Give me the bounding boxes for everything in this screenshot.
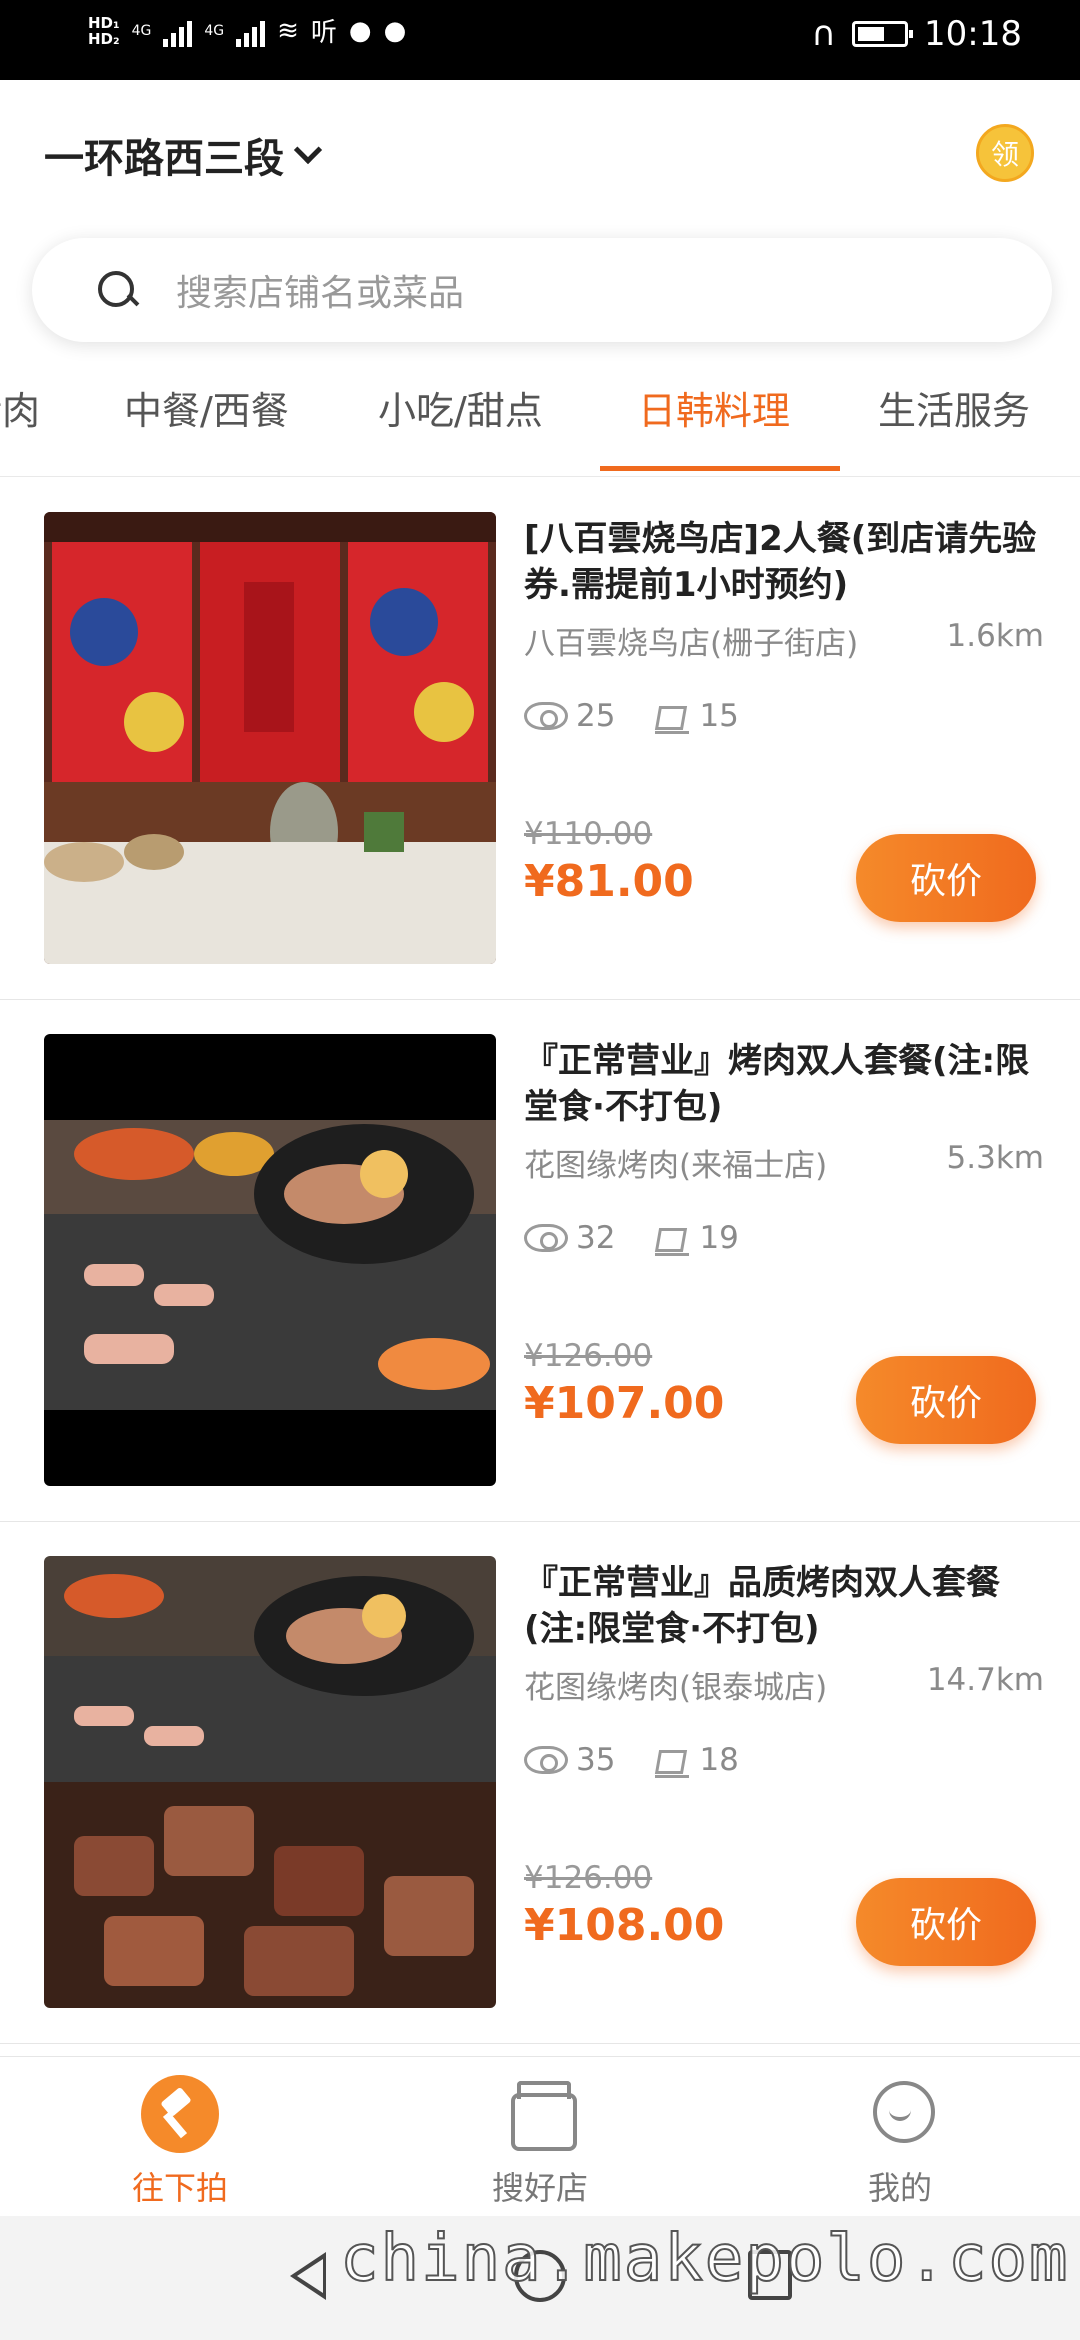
location-label: 一环路西三段	[44, 136, 284, 182]
sold-count: 15	[699, 698, 739, 734]
shop-icon	[501, 2075, 579, 2153]
sold-count: 18	[699, 1742, 739, 1778]
hd-indicator: HD₁ HD₂	[88, 15, 120, 47]
nav-item-shops[interactable]: 搜好店	[440, 2075, 640, 2209]
hd-label: HD₁	[88, 13, 120, 32]
chevron-down-icon	[293, 135, 323, 165]
original-price: ¥110.00	[524, 816, 653, 852]
coupon-button[interactable]: 领	[976, 124, 1034, 182]
deal-price: ¥81.00	[524, 856, 694, 907]
deal-card[interactable]: 『正常营业』品质烤肉双人套餐(注:限堂食·不打包) 花图缘烤肉(银泰城店) 14…	[0, 1522, 1080, 2044]
search-input[interactable]: 搜索店铺名或菜品	[32, 238, 1052, 342]
tab-japanese-korean[interactable]: 日韩料理	[638, 380, 790, 435]
tab-snacks-desserts[interactable]: 小吃/甜点	[378, 380, 543, 435]
view-count: 25	[576, 698, 616, 734]
tab-life-services[interactable]: 生活服务	[878, 380, 1030, 435]
original-price: ¥126.00	[524, 1338, 653, 1374]
shop-name: 花图缘烤肉(银泰城店)	[524, 1670, 828, 1706]
distance: 5.3km	[946, 1140, 1044, 1176]
distance: 1.6km	[946, 618, 1044, 654]
tab-bbq[interactable]: 烤肉	[0, 380, 40, 435]
watermark: china.makepolo.com	[339, 2221, 1070, 2297]
signal-icon	[236, 15, 266, 47]
nav-item-bid[interactable]: 往下拍	[80, 2075, 280, 2209]
bargain-button[interactable]: 砍价	[856, 834, 1036, 922]
gavel-icon	[141, 2075, 219, 2153]
edit-tag-icon	[655, 1220, 691, 1256]
bargain-button[interactable]: 砍价	[856, 1878, 1036, 1966]
active-tab-indicator	[600, 466, 840, 471]
status-bar: HD₁ HD₂ 4G 4G ≋ 听 ● ● ∩ 10:18	[0, 0, 1080, 80]
divider	[0, 476, 1080, 477]
distance: 14.7km	[926, 1662, 1044, 1698]
deal-stats: 32 19	[524, 1220, 739, 1256]
network-type: 4G	[131, 22, 152, 39]
deal-card[interactable]: [八百雲烧鸟店]2人餐(到店请先验券.需提前1小时预约) 八百雲烧鸟店(栅子街店…	[0, 478, 1080, 1000]
deal-card[interactable]: 『正常营业』烤肉双人套餐(注:限堂食·不打包) 花图缘烤肉(来福士店) 5.3k…	[0, 1000, 1080, 1522]
search-placeholder: 搜索店铺名或菜品	[176, 273, 465, 314]
location-selector[interactable]: 一环路西三段	[44, 126, 323, 184]
nav-label: 我的	[867, 2169, 932, 2207]
bargain-button[interactable]: 砍价	[856, 1356, 1036, 1444]
tab-chinese-western[interactable]: 中餐/西餐	[124, 380, 289, 435]
wifi-icon: ≋	[277, 15, 299, 46]
shop-name: 八百雲烧鸟店(栅子街店)	[524, 626, 859, 662]
headphone-icon: ∩	[811, 14, 837, 54]
original-price: ¥126.00	[524, 1860, 653, 1896]
deal-stats: 35 18	[524, 1742, 739, 1778]
view-count: 35	[576, 1742, 616, 1778]
view-count: 32	[576, 1220, 616, 1256]
deal-title: [八百雲烧鸟店]2人餐(到店请先验券.需提前1小时预约)	[524, 519, 1037, 605]
wechat-icon: ●	[348, 15, 372, 46]
back-icon[interactable]	[290, 2252, 326, 2300]
search-icon	[98, 271, 136, 309]
clock: 10:18	[924, 14, 1022, 54]
shop-name: 花图缘烤肉(来福士店)	[524, 1148, 828, 1184]
signal-icon	[163, 15, 193, 47]
nav-item-me[interactable]: 我的	[800, 2075, 1000, 2209]
deal-price: ¥107.00	[524, 1378, 725, 1429]
wechat-icon: ●	[383, 15, 407, 46]
eye-icon	[524, 702, 568, 730]
nav-label: 搜好店	[491, 2169, 588, 2207]
user-icon	[861, 2075, 939, 2153]
network-type: 4G	[204, 22, 225, 39]
battery-icon	[852, 21, 914, 47]
eye-icon	[524, 1224, 568, 1252]
eye-icon	[524, 1746, 568, 1774]
deal-image	[44, 512, 496, 964]
bottom-nav: 往下拍 搜好店 我的	[0, 2056, 1080, 2216]
edit-tag-icon	[655, 698, 691, 734]
listen-icon: 听	[310, 18, 337, 48]
deal-image	[44, 1034, 496, 1486]
category-tabs: 烤肉 中餐/西餐 小吃/甜点 日韩料理 生活服务	[0, 380, 1080, 480]
status-right: ∩ 10:18	[811, 14, 1022, 54]
nav-label: 往下拍	[131, 2169, 228, 2207]
deal-image	[44, 1556, 496, 2008]
deal-price: ¥108.00	[524, 1900, 725, 1951]
sold-count: 19	[699, 1220, 739, 1256]
deal-title: 『正常营业』品质烤肉双人套餐(注:限堂食·不打包)	[524, 1563, 1000, 1649]
coupon-label: 领	[990, 138, 1019, 171]
edit-tag-icon	[655, 1742, 691, 1778]
status-left: HD₁ HD₂ 4G 4G ≋ 听 ● ●	[88, 12, 406, 49]
hd-label: HD₂	[88, 29, 120, 48]
deal-title: 『正常营业』烤肉双人套餐(注:限堂食·不打包)	[524, 1041, 1030, 1127]
deal-stats: 25 15	[524, 698, 739, 734]
